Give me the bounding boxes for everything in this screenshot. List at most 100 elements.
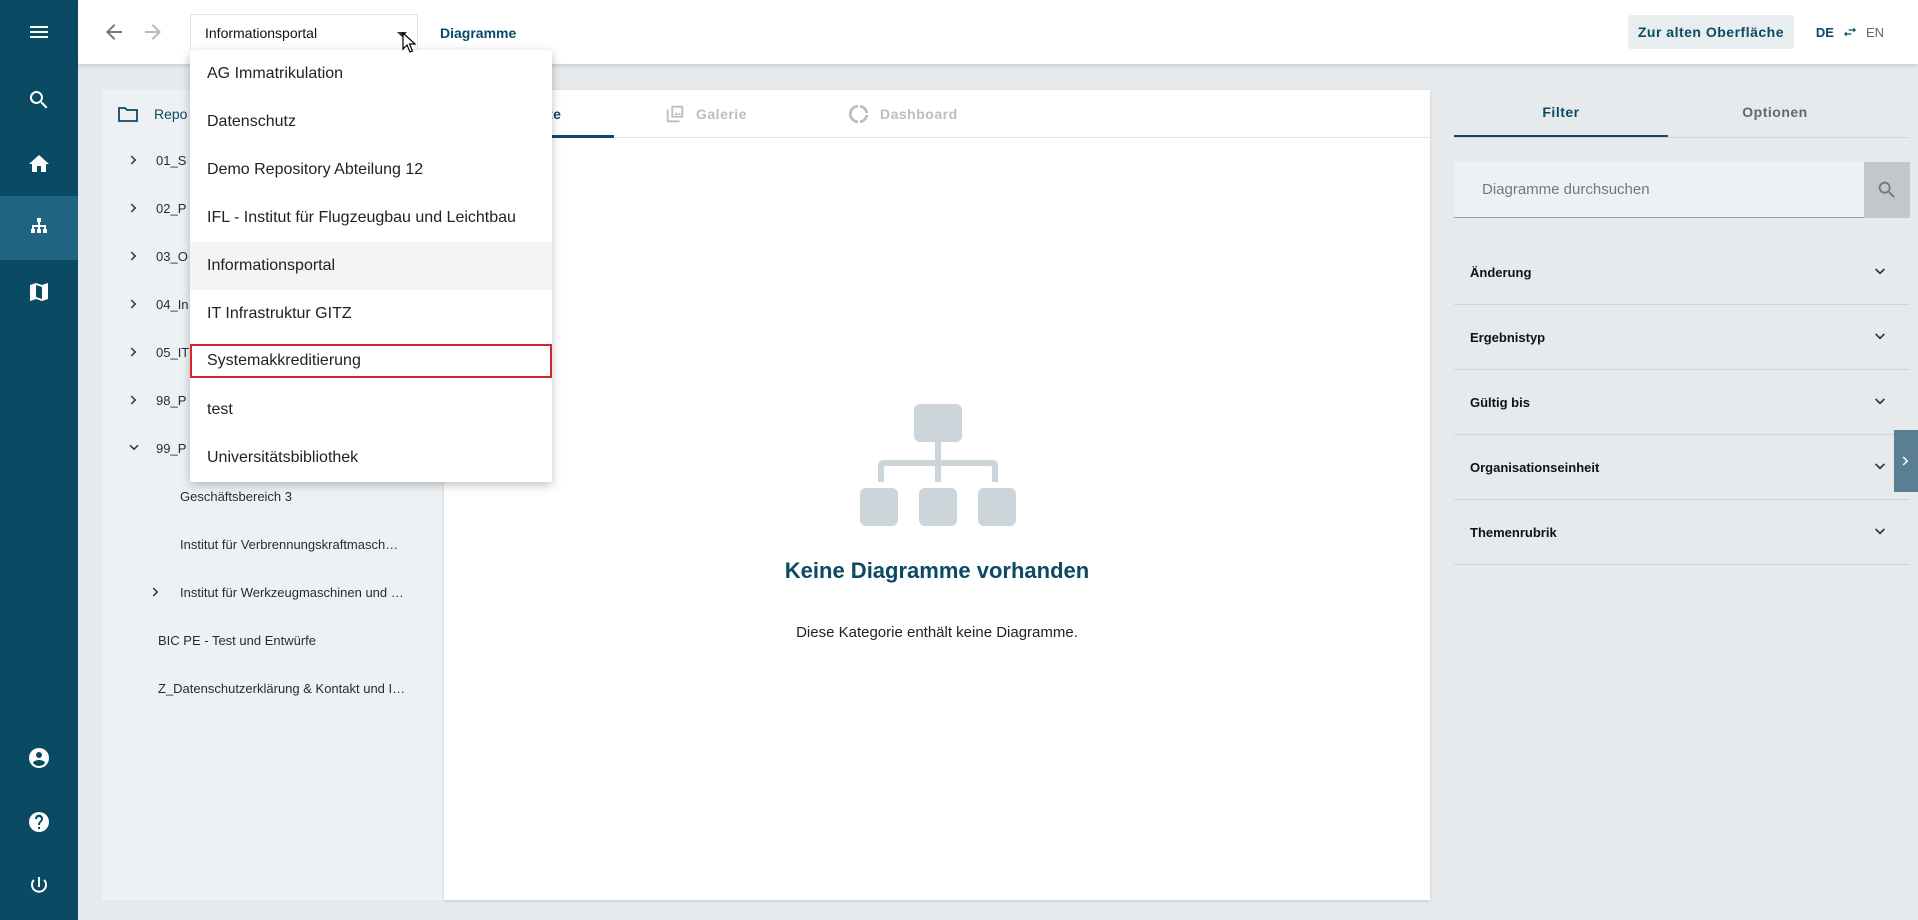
tree-item[interactable]: Institut für Werkzeugmaschinen und …: [144, 572, 440, 612]
map-nav-button[interactable]: [0, 260, 78, 324]
empty-state-title: Keine Diagramme vorhanden: [784, 558, 1090, 583]
dropdown-option[interactable]: AG Immatrikulation: [190, 50, 552, 98]
gallery-icon: [666, 105, 684, 123]
tab-gallery[interactable]: Galerie: [664, 90, 747, 138]
menu-button[interactable]: [0, 0, 78, 64]
tree-item[interactable]: 98_P: [122, 380, 186, 420]
tree-root[interactable]: Repo: [116, 102, 187, 126]
help-button[interactable]: [0, 790, 78, 854]
tree-item-label: 01_S: [156, 152, 187, 168]
nav-rail: [0, 0, 78, 920]
back-button[interactable]: [102, 20, 126, 44]
logout-button[interactable]: [0, 854, 78, 918]
tab-dashboard[interactable]: Dashboard: [848, 90, 958, 138]
chevron-down-icon: [1875, 398, 1885, 405]
lang-en[interactable]: EN: [1866, 25, 1884, 40]
tab-label: Galerie: [696, 106, 747, 122]
swap-icon: [1843, 27, 1856, 37]
breadcrumb[interactable]: Diagramme: [440, 25, 516, 41]
filter-section-topic[interactable]: Themenrubrik: [1454, 500, 1910, 565]
dropdown-option[interactable]: Universitätsbibliothek: [190, 434, 552, 482]
tree-item-label: BIC PE - Test und Entwürfe: [158, 632, 316, 648]
tree-item[interactable]: 05_IT: [122, 332, 189, 372]
tree-item[interactable]: 01_S: [122, 140, 186, 180]
arrow-left-icon: [106, 24, 122, 40]
filter-section-result-type[interactable]: Ergebnistyp: [1454, 305, 1910, 370]
main-panel: te Galerie Dashboard Keine Diagramme vor…: [444, 90, 1430, 900]
view-tabs: te Galerie Dashboard: [444, 90, 1430, 138]
tree-item-label: 03_O: [156, 248, 188, 264]
dropdown-option[interactable]: IFL - Institut für Flugzeugbau und Leich…: [190, 194, 552, 242]
dropdown-option[interactable]: Datenschutz: [190, 98, 552, 146]
tree-root-label: Repo: [154, 106, 188, 122]
panel-toggle-button[interactable]: [1894, 430, 1918, 492]
chevron-right-icon[interactable]: [122, 244, 146, 268]
repository-select[interactable]: Informationsportal: [190, 14, 418, 52]
chevron-right-icon[interactable]: [122, 292, 146, 316]
search-button[interactable]: [1864, 162, 1910, 218]
search-icon: [1878, 181, 1895, 198]
chevron-right-icon[interactable]: [122, 388, 146, 412]
chevron-right-icon[interactable]: [122, 196, 146, 220]
tab-options[interactable]: Optionen: [1668, 90, 1882, 138]
dropdown-option-highlighted[interactable]: Systemakkreditierung: [190, 344, 552, 378]
chevron-down-icon: [1875, 528, 1885, 535]
chevron-right-icon[interactable]: [122, 340, 146, 364]
chevron-down-icon: [1875, 463, 1885, 470]
tab-filter[interactable]: Filter: [1454, 90, 1668, 138]
tree-item[interactable]: 03_O: [122, 236, 188, 276]
tree-item[interactable]: Institut für Verbrennungskraftmasch…: [180, 524, 436, 564]
language-switch[interactable]: DE EN: [1816, 24, 1884, 40]
mouse-cursor-icon: [402, 32, 416, 53]
folder-icon: [118, 107, 138, 122]
dropdown-option[interactable]: Demo Repository Abteilung 12: [190, 146, 552, 194]
tree-item[interactable]: 02_P: [122, 188, 186, 228]
filter-section-label: Änderung: [1470, 264, 1532, 280]
empty-state-text: Diese Kategorie enthält keine Diagramme.: [796, 624, 1078, 641]
tree-item[interactable]: 99_P: [122, 428, 186, 468]
tab-label: Dashboard: [880, 106, 958, 122]
tree-item[interactable]: BIC PE - Test und Entwürfe: [158, 620, 316, 660]
tree-item-label: 99_P: [156, 440, 187, 456]
filter-section-label: Gültig bis: [1470, 394, 1530, 410]
tree-item[interactable]: Geschäftsbereich 3: [180, 476, 292, 516]
hierarchy-icon: [31, 218, 47, 233]
tree-item-label: Institut für Verbrennungskraftmasch…: [180, 536, 399, 552]
filter-panel: Filter Optionen Änderung Ergebnistyp Gül…: [1454, 90, 1910, 900]
chevron-right-icon[interactable]: [122, 148, 146, 172]
tree-item-label: 02_P: [156, 200, 187, 216]
search-nav-button[interactable]: [0, 68, 78, 132]
dashboard-icon: [848, 104, 869, 124]
filter-section-org-unit[interactable]: Organisationseinheit: [1454, 435, 1910, 500]
search-box: [1454, 162, 1910, 218]
tree-item-label: 98_P: [156, 392, 187, 408]
dropdown-option[interactable]: test: [190, 386, 552, 434]
forward-button[interactable]: [141, 20, 165, 44]
tree-item-label: Geschäftsbereich 3: [180, 488, 293, 504]
home-nav-button[interactable]: [0, 132, 78, 196]
account-circle-icon: [29, 748, 49, 768]
tree-item[interactable]: Z_Datenschutzerklärung & Kontakt und I…: [158, 668, 438, 708]
dropdown-option-selected[interactable]: Informationsportal: [190, 242, 552, 290]
search-input[interactable]: [1454, 162, 1864, 217]
tree-item-label: 05_IT: [156, 344, 190, 360]
chevron-down-icon[interactable]: [122, 436, 146, 460]
chevron-down-icon: [1875, 333, 1885, 340]
lang-de[interactable]: DE: [1816, 25, 1834, 40]
home-icon: [29, 155, 49, 172]
hierarchy-nav-button[interactable]: [0, 196, 78, 260]
power-icon: [31, 877, 47, 893]
tree-item[interactable]: 04_In: [122, 284, 189, 324]
account-button[interactable]: [0, 726, 78, 790]
dropdown-option[interactable]: IT Infrastruktur GITZ: [190, 290, 552, 338]
repository-dropdown: AG Immatrikulation Datenschutz Demo Repo…: [190, 50, 552, 482]
filter-section-valid-until[interactable]: Gültig bis: [1454, 370, 1910, 435]
chevron-right-icon[interactable]: [144, 580, 168, 604]
old-ui-button[interactable]: Zur alten Oberfläche: [1627, 15, 1794, 49]
book-map-icon: [30, 283, 48, 301]
tree-item-label: 04_In: [156, 296, 189, 312]
repository-select-value: Informationsportal: [205, 25, 318, 41]
search-icon: [29, 91, 48, 109]
filter-section-change[interactable]: Änderung: [1454, 240, 1910, 305]
help-icon: [29, 812, 49, 832]
